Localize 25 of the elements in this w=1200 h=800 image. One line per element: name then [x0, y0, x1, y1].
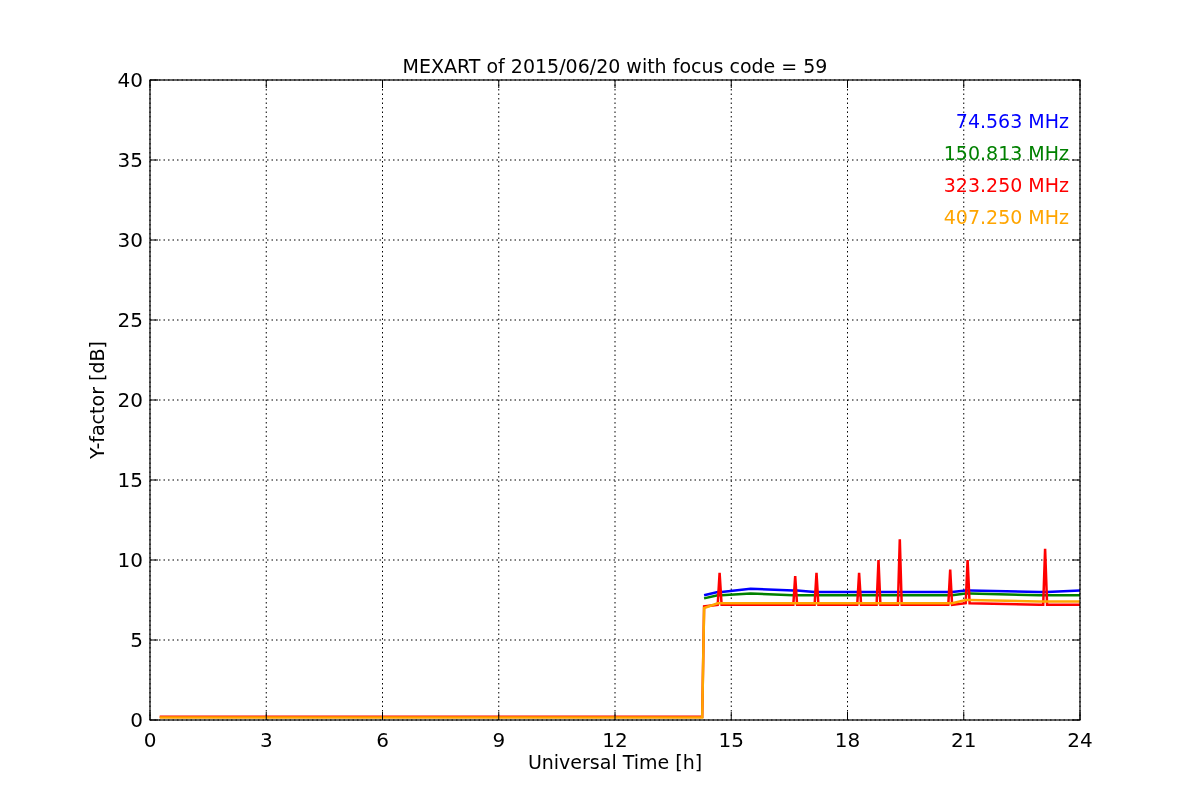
x-tick-label: 12: [602, 728, 628, 752]
y-tick-label: 15: [117, 468, 143, 492]
x-tick-label: 0: [143, 728, 157, 752]
x-tick-label: 6: [376, 728, 389, 752]
y-tick-label: 5: [130, 628, 143, 652]
x-tick-label: 3: [259, 728, 273, 752]
x-tick-label: 21: [951, 728, 977, 752]
legend-label: 407.250 MHz: [943, 206, 1069, 228]
legend-label: 74.563 MHz: [955, 110, 1069, 132]
x-tick-label: 18: [834, 728, 861, 752]
legend-label: 150.813 MHz: [943, 142, 1069, 164]
x-tick-label: 24: [1067, 728, 1093, 752]
y-tick-label: 0: [130, 708, 143, 732]
y-tick-label: 30: [117, 228, 143, 252]
legend-label: 323.250 MHz: [943, 174, 1069, 196]
y-axis-label: Y-factor [dB]: [86, 341, 108, 459]
x-axis-label: Universal Time [h]: [527, 751, 703, 773]
y-tick-label: 40: [117, 68, 143, 92]
chart-title: MEXART of 2015/06/20 with focus code = 59: [402, 55, 828, 77]
x-tick-label: 9: [492, 728, 506, 752]
y-tick-label: 25: [117, 308, 143, 332]
x-tick-label: 15: [718, 728, 744, 752]
y-tick-label: 35: [117, 148, 143, 172]
y-tick-label: 20: [117, 388, 143, 412]
y-tick-label: 10: [117, 548, 143, 572]
